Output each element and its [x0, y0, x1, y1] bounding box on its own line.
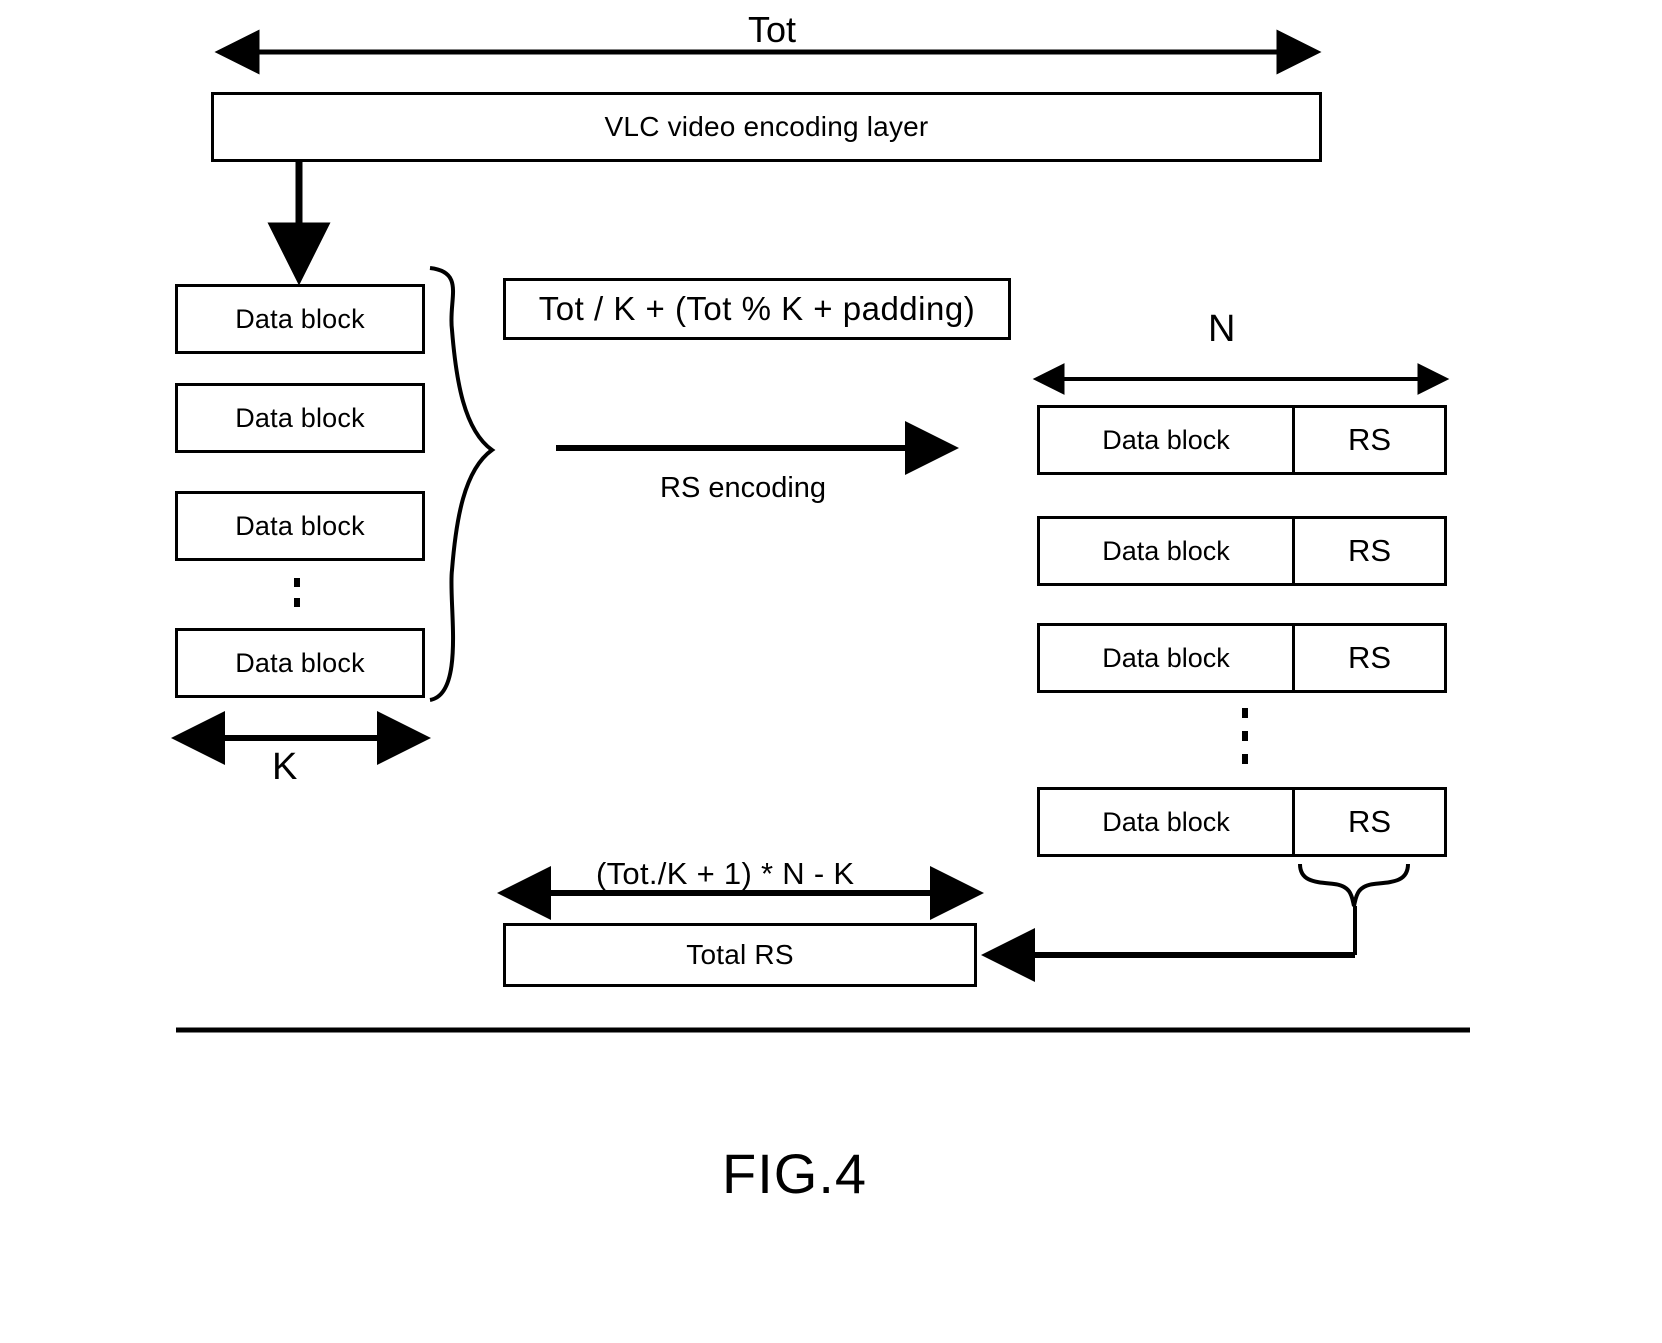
left-data-block-2: Data block — [175, 383, 425, 453]
block-size-formula-label: Tot / K + (Tot % K + padding) — [538, 290, 976, 327]
code-row-4-data-label: Data block — [1102, 806, 1230, 837]
rs-encoding-label: RS encoding — [660, 472, 827, 504]
code-row-2-data-label: Data block — [1102, 535, 1230, 566]
code-row-4-data-segment: Data block — [1040, 790, 1295, 854]
code-row-1-data-label: Data block — [1102, 424, 1230, 455]
code-row-3: Data block RS — [1037, 623, 1447, 693]
code-row-3-rs-segment: RS — [1295, 626, 1444, 690]
left-data-block-2-label: Data block — [235, 402, 365, 433]
code-row-1-rs-segment: RS — [1295, 408, 1444, 472]
n-dimension-label: N — [1208, 308, 1236, 350]
block-size-formula-box: Tot / K + (Tot % K + padding) — [503, 278, 1011, 340]
code-row-1-rs-label: RS — [1347, 422, 1392, 457]
left-data-block-1: Data block — [175, 284, 425, 354]
code-row-4-rs-segment: RS — [1295, 790, 1444, 854]
vlc-video-encoding-layer-label: VLC video encoding layer — [604, 111, 929, 142]
total-rs-box: Total RS — [503, 923, 977, 987]
code-row-2-data-segment: Data block — [1040, 519, 1295, 583]
left-data-block-4-label: Data block — [235, 647, 365, 678]
left-blocks-brace — [429, 266, 496, 702]
left-data-block-1-label: Data block — [235, 303, 365, 334]
k-dimension-label: K — [272, 746, 298, 788]
left-data-block-4: Data block — [175, 628, 425, 698]
code-row-3-rs-label: RS — [1347, 640, 1392, 675]
total-rs-label: Total RS — [686, 939, 794, 970]
rs-collect-brace — [1298, 863, 1410, 955]
code-row-2-rs-segment: RS — [1295, 519, 1444, 583]
code-row-2: Data block RS — [1037, 516, 1447, 586]
code-row-3-data-label: Data block — [1102, 642, 1230, 673]
code-row-2-rs-label: RS — [1347, 533, 1392, 568]
code-row-1: Data block RS — [1037, 405, 1447, 475]
code-row-4: Data block RS — [1037, 787, 1447, 857]
left-data-block-3: Data block — [175, 491, 425, 561]
vlc-video-encoding-layer-box: VLC video encoding layer — [211, 92, 1322, 162]
figure-caption: FIG.4 — [722, 1142, 868, 1205]
tot-dimension-label: Tot — [748, 9, 797, 50]
code-row-4-rs-label: RS — [1347, 804, 1392, 839]
total-rs-formula-label: (Tot./K + 1) * N - K — [596, 856, 855, 891]
code-row-1-data-segment: Data block — [1040, 408, 1295, 472]
left-data-block-3-label: Data block — [235, 510, 365, 541]
figure-canvas: Tot VLC video encoding layer Data block … — [0, 0, 1662, 1343]
code-row-3-data-segment: Data block — [1040, 626, 1295, 690]
